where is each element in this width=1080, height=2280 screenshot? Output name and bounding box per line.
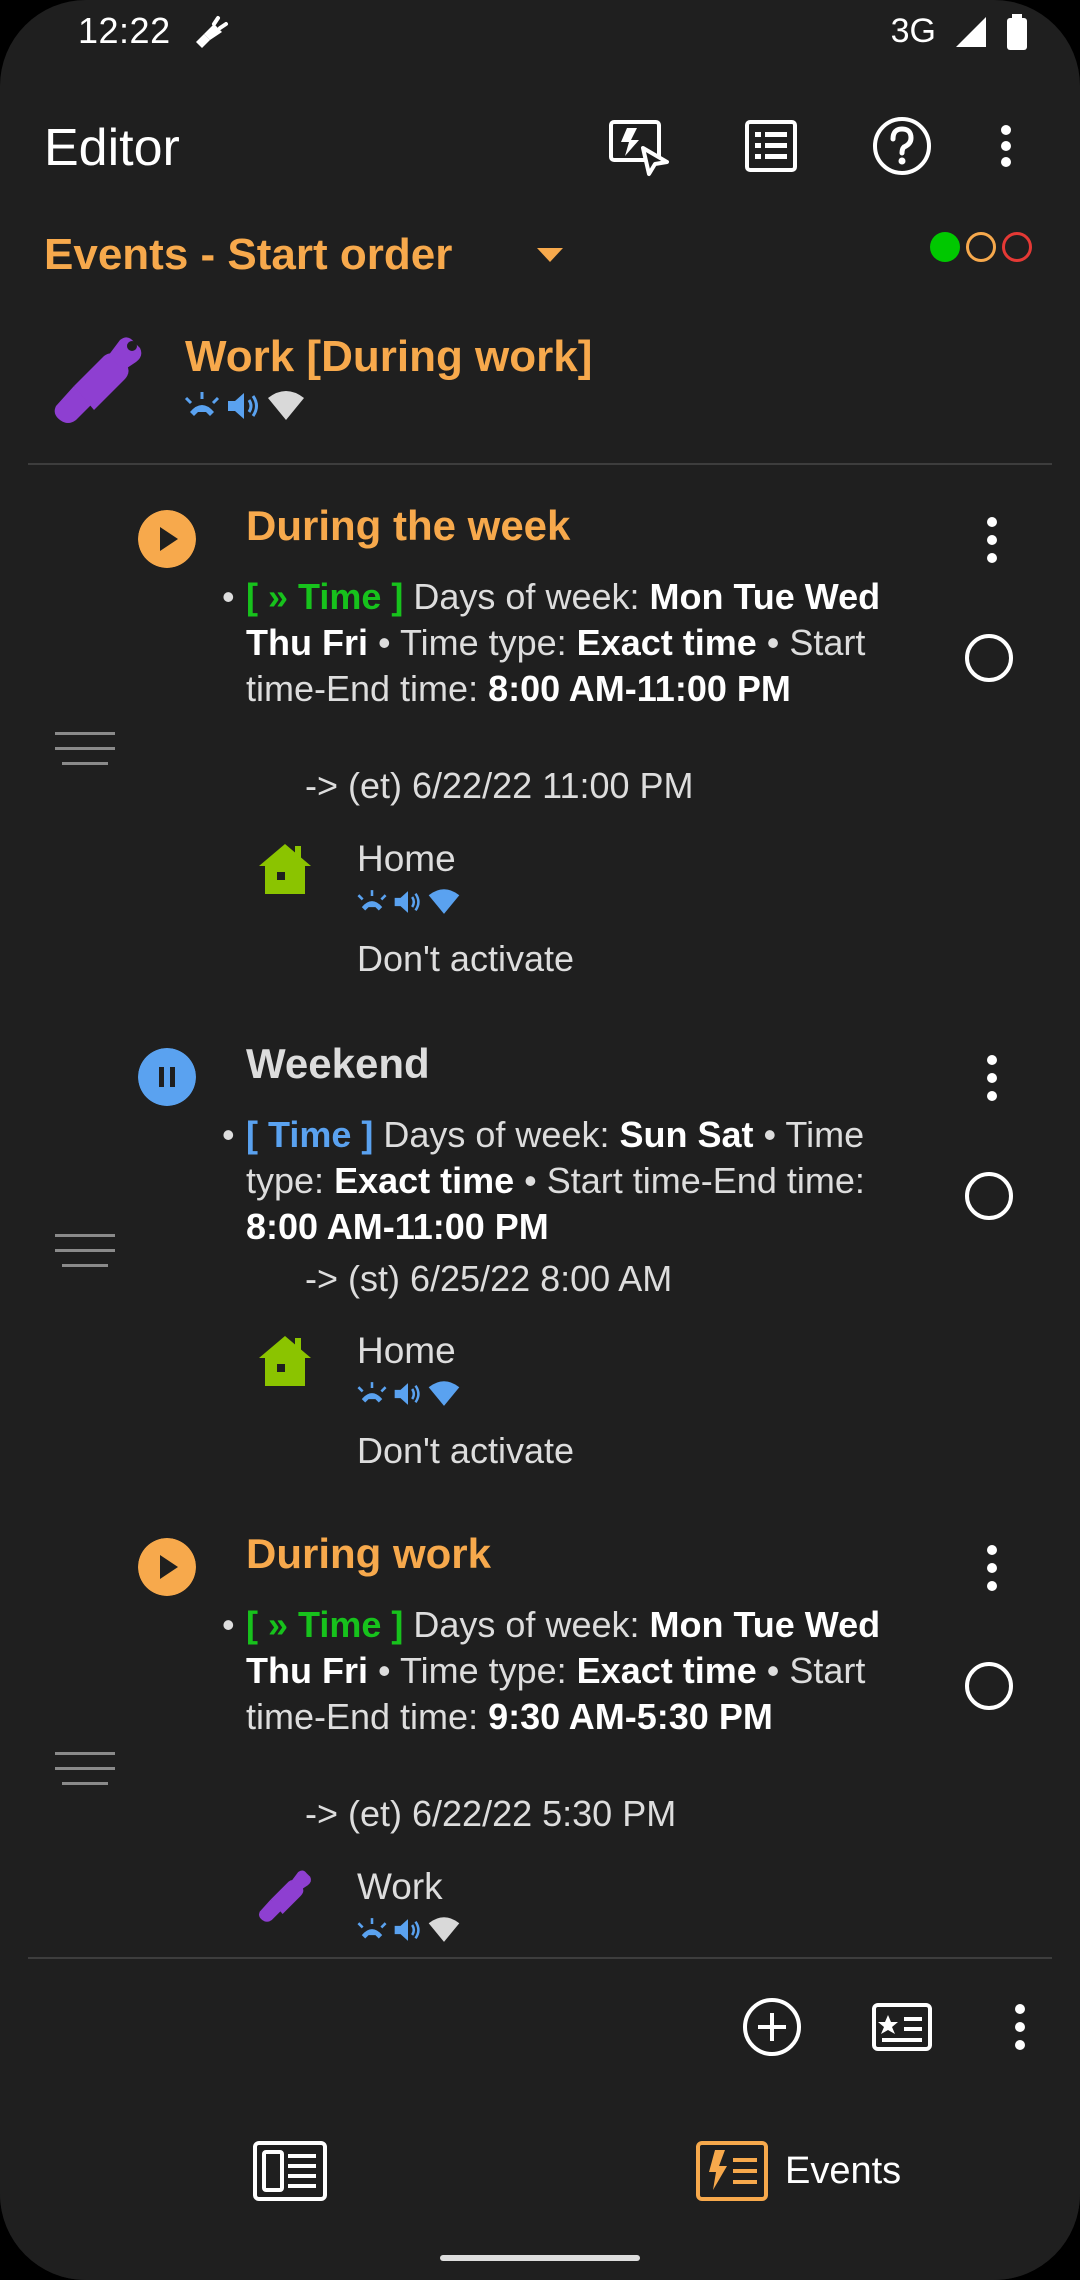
drag-handle[interactable] bbox=[55, 1752, 115, 1797]
bottom-toolbar bbox=[0, 1990, 1080, 2080]
profile-setting-icons bbox=[182, 390, 306, 422]
event-tag: [ » Time ] bbox=[246, 576, 404, 617]
wifi-icon bbox=[428, 1917, 460, 1942]
nav-events-tab[interactable]: Events bbox=[695, 2136, 925, 2206]
volume-icon bbox=[228, 393, 258, 419]
event-tag: [ » Time ] bbox=[246, 1604, 404, 1645]
status-right: 3G bbox=[891, 12, 1028, 51]
event-menu-icon[interactable] bbox=[972, 1048, 1012, 1108]
event-description: • [ Time ] Days of week: Sun Sat • Time … bbox=[222, 1114, 865, 1247]
dropdown-arrow-icon[interactable] bbox=[535, 246, 565, 266]
event-tag: [ Time ] bbox=[246, 1114, 374, 1155]
divider bbox=[28, 463, 1052, 465]
event-select-radio[interactable] bbox=[965, 1172, 1013, 1220]
divider bbox=[28, 1957, 1052, 1959]
event-name: Weekend bbox=[246, 1040, 430, 1087]
event-next-time: -> (st) 6/25/22 8:00 AM bbox=[305, 1258, 673, 1299]
event-select-radio[interactable] bbox=[965, 1662, 1013, 1710]
events-sort-selector[interactable]: Events - Start order bbox=[0, 214, 1080, 294]
home-icon bbox=[259, 1336, 311, 1386]
gesture-handle[interactable] bbox=[440, 2255, 640, 2261]
nav-profiles-icon[interactable] bbox=[252, 2140, 328, 2202]
battery-icon bbox=[1007, 13, 1027, 50]
add-event-icon[interactable] bbox=[740, 1995, 804, 2059]
wifi-icon bbox=[428, 1381, 460, 1406]
play-icon[interactable] bbox=[138, 1538, 196, 1596]
plug-icon bbox=[196, 16, 228, 48]
network-type: 3G bbox=[890, 12, 936, 50]
vibrate-icon bbox=[357, 890, 387, 911]
play-icon[interactable] bbox=[138, 510, 196, 568]
event-profile-icons bbox=[355, 1380, 461, 1408]
drag-handle[interactable] bbox=[55, 732, 115, 777]
event-menu-icon[interactable] bbox=[972, 510, 1012, 570]
status-dot-orange bbox=[966, 232, 996, 262]
event-profile-name: Work bbox=[357, 1866, 443, 1907]
vibrate-icon bbox=[357, 1382, 387, 1403]
work-profile-icon bbox=[54, 337, 142, 423]
status-bar: 12:22 3G bbox=[0, 0, 1080, 70]
event-name: During the week bbox=[246, 502, 571, 549]
bottom-navigation: Events bbox=[0, 2120, 1080, 2230]
nav-events-label: Events bbox=[785, 2150, 902, 2192]
event-profile-name: Home bbox=[357, 838, 456, 879]
more-options-icon[interactable] bbox=[986, 112, 1026, 180]
app-bar: Editor bbox=[0, 100, 1080, 190]
work-profile-icon bbox=[259, 1870, 311, 1922]
page-title: Editor bbox=[44, 119, 180, 177]
volume-icon bbox=[394, 891, 420, 913]
home-icon bbox=[259, 844, 311, 894]
nav-events-icon bbox=[696, 2141, 768, 2201]
signal-icon bbox=[956, 16, 986, 47]
status-dot-red bbox=[1002, 232, 1032, 262]
event-profile-name: Home bbox=[357, 1330, 456, 1371]
event-next-time: -> (et) 6/22/22 11:00 PM bbox=[305, 765, 694, 806]
run-event-icon[interactable] bbox=[605, 112, 673, 180]
event-name: During work bbox=[246, 1530, 492, 1577]
vibrate-icon bbox=[357, 1918, 387, 1939]
volume-icon bbox=[394, 1919, 420, 1941]
event-description: • [ » Time ] Days of week: Mon Tue Wed T… bbox=[222, 1604, 881, 1737]
help-icon[interactable] bbox=[868, 112, 936, 180]
event-profile-icons bbox=[355, 888, 461, 916]
wifi-icon bbox=[268, 391, 304, 420]
bottom-more-icon[interactable] bbox=[1000, 1995, 1040, 2059]
status-time: 12:22 bbox=[78, 10, 171, 51]
sort-label: Events - Start order bbox=[44, 230, 453, 279]
drag-handle[interactable] bbox=[55, 1234, 115, 1279]
volume-icon bbox=[394, 1383, 420, 1405]
event-description: • [ » Time ] Days of week: Mon Tue Wed T… bbox=[222, 576, 881, 709]
event-select-radio[interactable] bbox=[965, 634, 1013, 682]
active-profile[interactable]: Work [During work] bbox=[0, 320, 1080, 460]
list-view-icon[interactable] bbox=[737, 112, 805, 180]
vibrate-icon bbox=[184, 392, 220, 416]
wifi-icon bbox=[428, 889, 460, 914]
status-dot-green bbox=[930, 232, 960, 262]
app-screen: 12:22 3G Editor Events - Start order Wor… bbox=[0, 0, 1080, 2280]
profile-name: Work [During work] bbox=[185, 332, 593, 381]
preferences-card-icon[interactable] bbox=[870, 1997, 934, 2057]
event-next-time: -> (et) 6/22/22 5:30 PM bbox=[305, 1793, 677, 1834]
event-menu-icon[interactable] bbox=[972, 1538, 1012, 1598]
event-profile-note: Don't activate bbox=[357, 938, 574, 979]
event-profile-note: Don't activate bbox=[357, 1430, 574, 1471]
event-profile-icons bbox=[355, 1916, 461, 1944]
status-indicators bbox=[930, 232, 1032, 262]
pause-icon[interactable] bbox=[138, 1048, 196, 1106]
